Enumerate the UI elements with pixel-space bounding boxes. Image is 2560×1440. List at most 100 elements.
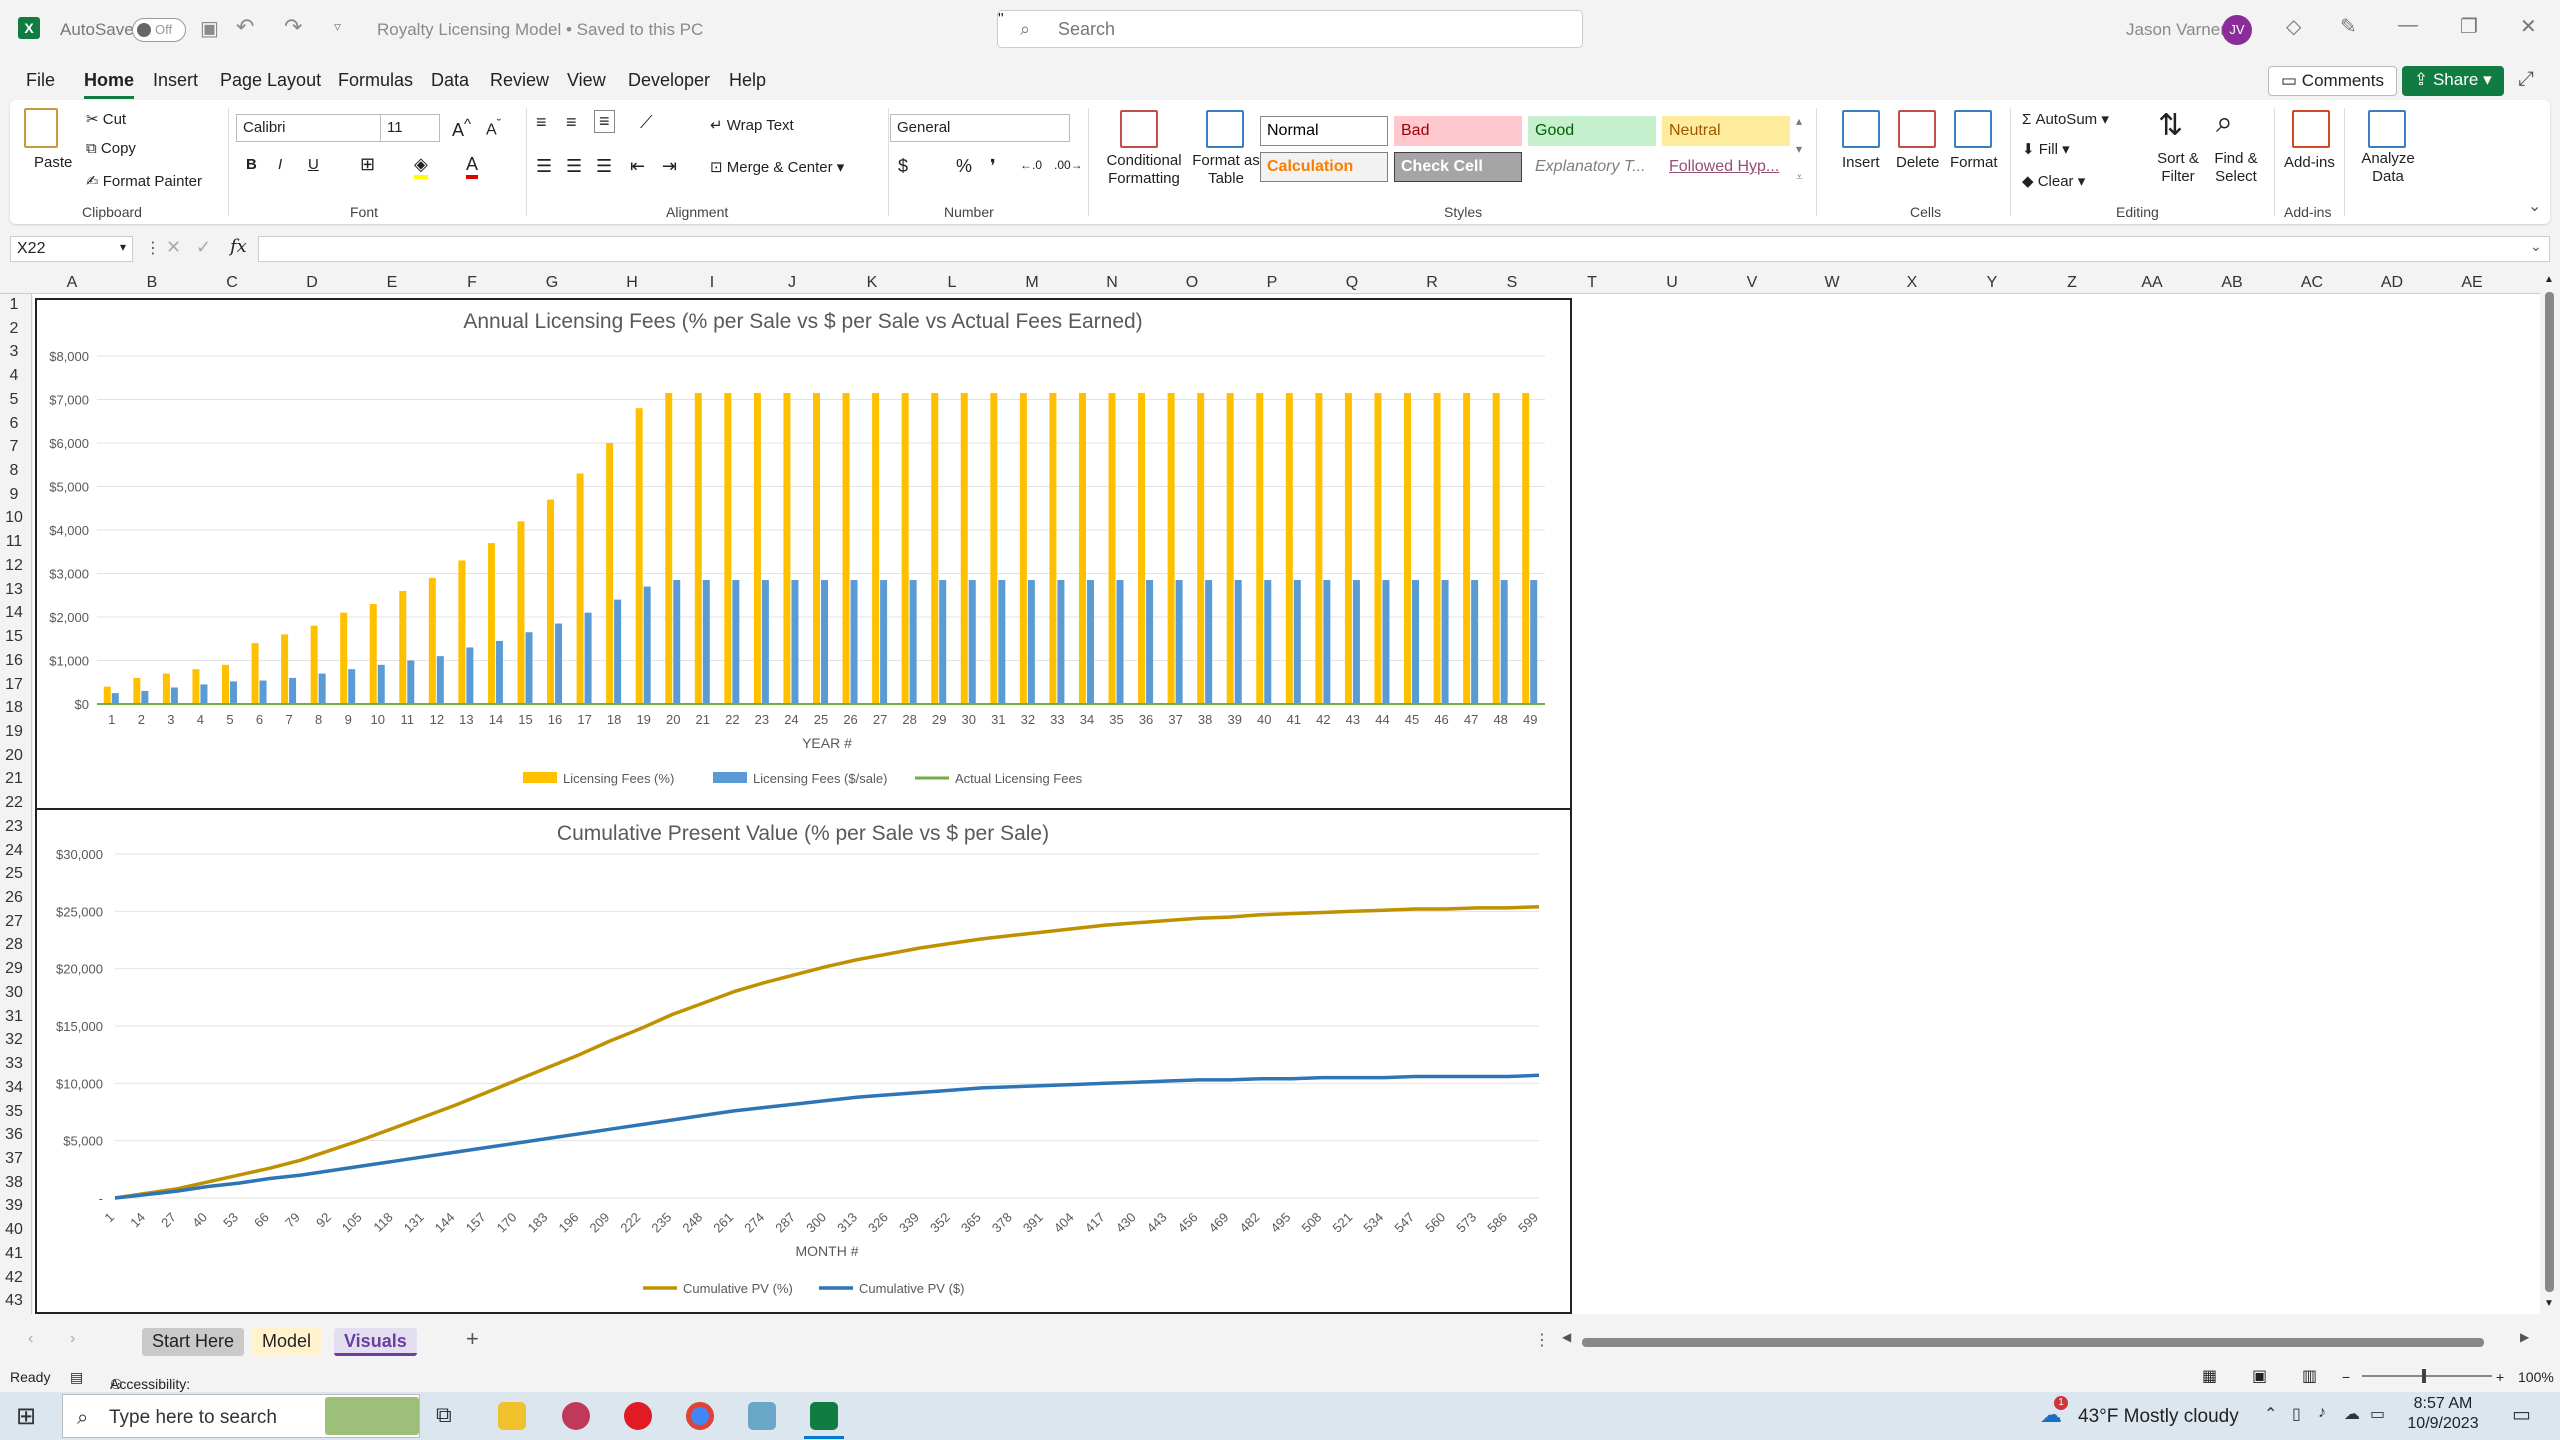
task-view-icon[interactable]: ⧉	[436, 1402, 452, 1428]
tab-home[interactable]: Home	[84, 70, 135, 99]
insert-cells-icon[interactable]	[1842, 110, 1880, 148]
row-header-6[interactable]: 6	[0, 415, 28, 433]
row-header-22[interactable]: 22	[0, 794, 28, 812]
find-select-button[interactable]: Find & Select	[2204, 150, 2268, 186]
column-header-h[interactable]: H	[592, 274, 672, 292]
row-header-32[interactable]: 32	[0, 1031, 28, 1049]
cell-style-bad[interactable]: Bad	[1394, 116, 1522, 146]
borders-icon[interactable]: ⊞	[360, 154, 375, 175]
comments-button[interactable]: ▭ Comments	[2268, 66, 2397, 96]
currency-icon[interactable]: $	[898, 156, 908, 177]
zoom-level[interactable]: 100%	[2518, 1369, 2554, 1385]
column-header-f[interactable]: F	[432, 274, 512, 292]
magnifier-icon[interactable]: ⌕	[2216, 106, 2233, 140]
tab-data[interactable]: Data	[431, 70, 469, 91]
row-header-2[interactable]: 2	[0, 320, 28, 338]
scrollbar-thumb[interactable]	[2545, 292, 2554, 1292]
column-header-u[interactable]: U	[1632, 274, 1712, 292]
column-header-m[interactable]: M	[992, 274, 1072, 292]
horizontal-scrollbar-thumb[interactable]	[1582, 1338, 2484, 1347]
column-header-q[interactable]: Q	[1312, 274, 1392, 292]
column-header-s[interactable]: S	[1472, 274, 1552, 292]
italic-icon[interactable]: I	[278, 156, 282, 173]
cumulative-pv-chart[interactable]: Cumulative Present Value (% per Sale vs …	[35, 808, 1572, 1314]
align-bottom-icon[interactable]: ≡	[594, 110, 615, 133]
column-header-k[interactable]: K	[832, 274, 912, 292]
row-header-4[interactable]: 4	[0, 367, 28, 385]
fill-button[interactable]: ⬇ Fill ▾	[2022, 140, 2070, 158]
tab-options-icon[interactable]: ⋮	[1534, 1330, 1550, 1350]
column-header-e[interactable]: E	[352, 274, 432, 292]
document-title[interactable]: Royalty Licensing Model • Saved to this …	[377, 20, 703, 40]
row-header-16[interactable]: 16	[0, 652, 28, 670]
row-header-27[interactable]: 27	[0, 913, 28, 931]
column-header-l[interactable]: L	[912, 274, 992, 292]
cell-style-neutral[interactable]: Neutral	[1662, 116, 1790, 146]
clock-time[interactable]: 8:57 AM	[2398, 1395, 2488, 1413]
page-break-view-icon[interactable]: ▥	[2302, 1366, 2317, 1386]
row-header-21[interactable]: 21	[0, 770, 28, 788]
paste-button[interactable]: Paste	[34, 154, 72, 171]
format-as-table-button[interactable]: Format as Table	[1190, 152, 1262, 188]
row-header-43[interactable]: 43	[0, 1292, 28, 1310]
row-header-42[interactable]: 42	[0, 1269, 28, 1287]
font-color-icon[interactable]: A	[466, 154, 479, 179]
minimize-icon[interactable]: —	[2398, 14, 2418, 37]
row-header-23[interactable]: 23	[0, 818, 28, 836]
analyze-data-button[interactable]: Analyze Data	[2352, 150, 2424, 186]
tab-insert[interactable]: Insert	[153, 70, 198, 91]
zoom-slider-handle[interactable]	[2422, 1369, 2426, 1383]
row-header-35[interactable]: 35	[0, 1103, 28, 1121]
formula-input[interactable]	[258, 236, 2550, 262]
zoom-out-icon[interactable]: −	[2342, 1369, 2350, 1385]
sheet-tab-visuals[interactable]: Visuals	[334, 1328, 417, 1356]
sort-filter-icon[interactable]: ⇅	[2158, 108, 2183, 143]
format-cells-button[interactable]: Format	[1950, 154, 1998, 171]
sheet-tab-start-here[interactable]: Start Here	[142, 1328, 245, 1356]
zoom-slider[interactable]	[2362, 1369, 2492, 1383]
column-header-z[interactable]: Z	[2032, 274, 2112, 292]
column-header-ac[interactable]: AC	[2272, 274, 2352, 292]
delete-cells-button[interactable]: Delete	[1896, 154, 1939, 171]
row-header-8[interactable]: 8	[0, 462, 28, 480]
fill-color-icon[interactable]: ◈	[414, 154, 428, 179]
decrease-indent-icon[interactable]: ⇤	[630, 156, 645, 177]
row-header-9[interactable]: 9	[0, 486, 28, 504]
cell-style-followed-hyp[interactable]: Followed Hyp...	[1662, 152, 1790, 182]
column-header-i[interactable]: I	[672, 274, 752, 292]
row-header-18[interactable]: 18	[0, 699, 28, 717]
row-header-24[interactable]: 24	[0, 842, 28, 860]
row-header-14[interactable]: 14	[0, 604, 28, 622]
macro-record-icon[interactable]: ▤	[70, 1369, 83, 1386]
autosave-toggle[interactable]: Off	[132, 18, 186, 42]
excel-taskbar-icon[interactable]	[810, 1402, 838, 1430]
cell-style-normal[interactable]: Normal	[1260, 116, 1388, 146]
volume-icon[interactable]: ♪	[2318, 1404, 2326, 1422]
addins-icon[interactable]	[2292, 110, 2330, 148]
taskbar-search[interactable]: ⌕ Type here to search	[62, 1394, 420, 1438]
expand-formula-icon[interactable]: ⌄	[2530, 238, 2542, 255]
pen-icon[interactable]: ✎	[2340, 14, 2357, 39]
addins-button[interactable]: Add-ins	[2284, 154, 2335, 171]
column-header-c[interactable]: C	[192, 274, 272, 292]
save-icon[interactable]: ▣	[200, 16, 219, 41]
name-box[interactable]: X22 ▾	[10, 236, 133, 262]
tray-chevron-icon[interactable]: ⌃	[2264, 1404, 2277, 1424]
more-options-icon[interactable]: ⋮	[145, 238, 161, 258]
column-header-aa[interactable]: AA	[2112, 274, 2192, 292]
column-header-ad[interactable]: AD	[2352, 274, 2432, 292]
windows-start-icon[interactable]: ⊞	[16, 1402, 36, 1431]
cut-button[interactable]: ✂ Cut	[86, 110, 126, 128]
prev-sheet-icon[interactable]: ‹	[28, 1330, 33, 1348]
cell-style-good[interactable]: Good	[1528, 116, 1656, 146]
share-button[interactable]: ⇪ Share ▾	[2402, 66, 2504, 96]
insert-cells-button[interactable]: Insert	[1842, 154, 1880, 171]
row-header-17[interactable]: 17	[0, 676, 28, 694]
column-header-ab[interactable]: AB	[2192, 274, 2272, 292]
underline-icon[interactable]: U	[308, 156, 319, 173]
increase-decimal-icon[interactable]: ←.0	[1020, 158, 1042, 172]
insert-function-icon[interactable]: fx	[230, 236, 247, 257]
row-header-11[interactable]: 11	[0, 533, 28, 551]
row-header-38[interactable]: 38	[0, 1174, 28, 1192]
add-sheet-icon[interactable]: +	[466, 1326, 479, 1352]
